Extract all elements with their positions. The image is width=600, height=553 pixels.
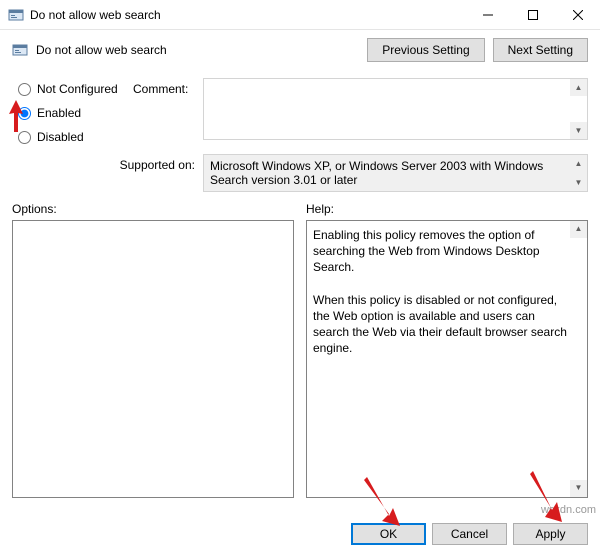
options-pane	[12, 220, 294, 498]
help-text-1: Enabling this policy removes the option …	[313, 227, 567, 276]
footer-buttons: OK Cancel Apply	[351, 523, 588, 545]
watermark-text: wsxdn.com	[541, 504, 596, 516]
scroll-up-icon[interactable]: ▲	[570, 79, 587, 96]
radio-enabled-input[interactable]	[18, 107, 31, 120]
titlebar: Do not allow web search	[0, 0, 600, 30]
radio-enabled[interactable]: Enabled	[18, 106, 133, 120]
scroll-up-icon[interactable]: ▲	[570, 155, 587, 172]
scroll-down-icon[interactable]: ▼	[570, 122, 587, 139]
toolbar: Do not allow web search Previous Setting…	[0, 30, 600, 70]
scroll-down-icon[interactable]: ▼	[570, 174, 587, 191]
policy-icon	[12, 42, 28, 58]
app-icon	[8, 7, 24, 23]
help-pane: Enabling this policy removes the option …	[306, 220, 588, 498]
radio-disabled-input[interactable]	[18, 131, 31, 144]
supported-on-label: Supported on:	[18, 154, 203, 172]
minimize-button[interactable]	[465, 0, 510, 30]
policy-title: Do not allow web search	[36, 43, 359, 57]
options-label: Options:	[12, 202, 294, 220]
maximize-button[interactable]	[510, 0, 555, 30]
comment-input[interactable]: ▲ ▼	[203, 78, 588, 140]
radio-disabled-label: Disabled	[37, 130, 84, 144]
scroll-up-icon[interactable]: ▲	[570, 221, 587, 238]
help-label: Help:	[306, 202, 588, 220]
scroll-down-icon[interactable]: ▼	[570, 480, 587, 497]
close-button[interactable]	[555, 0, 600, 30]
radio-disabled[interactable]: Disabled	[18, 130, 133, 144]
ok-button[interactable]: OK	[351, 523, 426, 545]
previous-setting-button[interactable]: Previous Setting	[367, 38, 484, 62]
radio-enabled-label: Enabled	[37, 106, 81, 120]
help-text-2: When this policy is disabled or not conf…	[313, 292, 567, 357]
comment-label: Comment:	[133, 78, 203, 96]
next-setting-button[interactable]: Next Setting	[493, 38, 588, 62]
cancel-button[interactable]: Cancel	[432, 523, 507, 545]
radio-not-configured-label: Not Configured	[37, 82, 118, 96]
supported-on-text: Microsoft Windows XP, or Windows Server …	[203, 154, 588, 192]
radio-not-configured-input[interactable]	[18, 83, 31, 96]
radio-not-configured[interactable]: Not Configured	[18, 82, 133, 96]
apply-button[interactable]: Apply	[513, 523, 588, 545]
window-title: Do not allow web search	[30, 8, 465, 22]
